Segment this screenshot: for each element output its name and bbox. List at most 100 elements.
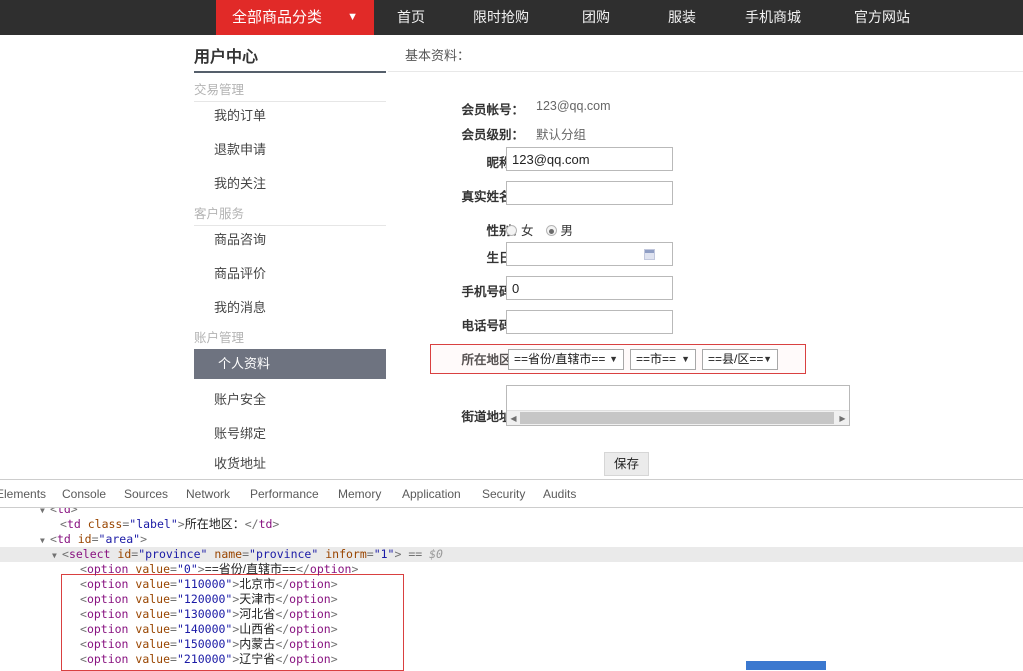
form-section-title: 基本资料： (405, 48, 471, 63)
code-token-val: "province" (138, 547, 208, 561)
code-token-punc: = (242, 547, 250, 561)
nav-link-1[interactable]: 限时抢购 (473, 0, 529, 35)
sidebar-item-我的订单[interactable]: 我的订单 (194, 101, 386, 131)
code-token-tag: select (68, 547, 118, 561)
all-categories-button[interactable]: 全部商品分类 ▼ (216, 0, 374, 35)
devtools-elements-tree[interactable]: ▼ <td> <td class="label">所在地区：</td> ▼ <td id… (0, 508, 1023, 671)
devtools-tab-elements[interactable]: Elements (0, 480, 46, 508)
sidebar-item-商品咨询[interactable]: 商品咨询 (194, 225, 386, 255)
devtools-panel: Elements Console Sources Network Performance… (0, 479, 1023, 671)
phone-input[interactable] (506, 310, 673, 334)
code-line-5[interactable]: <option value="110000">北京市</option> (0, 577, 1023, 592)
code-token-punc: </ (275, 577, 290, 591)
code-token-punc: < (80, 607, 87, 621)
code-line-1[interactable]: <td class="label">所在地区：</td> (0, 517, 1023, 532)
title-divider (194, 71, 386, 73)
devtools-tab-application[interactable]: Application (402, 480, 461, 508)
nav-link-2[interactable]: 团购 (582, 0, 610, 35)
code-token-tag: option (309, 562, 352, 576)
code-token-attr: value (135, 577, 171, 591)
scrollbar-thumb[interactable] (520, 412, 834, 424)
region-select-city[interactable]: ==市== ▼ (630, 349, 696, 370)
code-token-attr: value (135, 652, 171, 666)
gender-radio-female[interactable] (506, 225, 517, 236)
code-token-punc: < (80, 562, 87, 576)
scroll-left-arrow-icon[interactable]: ◀ (507, 411, 520, 426)
code-line-7[interactable]: <option value="130000">河北省</option> (0, 607, 1023, 622)
code-token-punc: = (170, 577, 177, 591)
region-select-province[interactable]: ==省份/直辖市== ▼ (508, 349, 624, 370)
code-line-0[interactable]: ▼ <td> (0, 508, 1023, 517)
page-title: 用户中心 (194, 49, 259, 66)
expand-triangle-icon[interactable]: ▼ (52, 548, 62, 563)
code-line-8[interactable]: <option value="140000">山西省</option> (0, 622, 1023, 637)
account-value: 123@qq.com (536, 99, 611, 113)
region-select-district[interactable]: ==县/区== ▼ (702, 349, 778, 370)
code-token-val: "140000" (176, 622, 233, 636)
code-token-punc: > == (394, 547, 430, 561)
calendar-icon[interactable] (644, 249, 655, 260)
account-label: 会员帐号： (461, 103, 524, 117)
gender-radio-male[interactable] (545, 225, 557, 236)
code-token-tag: td (56, 532, 78, 546)
devtools-tab-network[interactable]: Network (186, 480, 230, 508)
nav-link-5[interactable]: 官方网站 (854, 0, 910, 35)
scroll-right-arrow-icon[interactable]: ▶ (836, 411, 849, 426)
save-button[interactable]: 保存 (604, 452, 649, 476)
sidebar-item-我的消息[interactable]: 我的消息 (194, 293, 386, 323)
chevron-down-icon: ▼ (681, 354, 690, 364)
sidebar-item-账号绑定[interactable]: 账号绑定 (194, 419, 386, 449)
code-token-punc: > (330, 577, 338, 591)
code-token-txtn: 内蒙古 (239, 637, 276, 651)
code-token-attr: class (87, 517, 123, 531)
code-token-tag: option (86, 652, 136, 666)
nav-link-4[interactable]: 手机商城 (745, 0, 801, 35)
code-token-txtn: 天津市 (239, 592, 276, 606)
sidebar-item-账户安全[interactable]: 账户安全 (194, 385, 386, 415)
sidebar-item-个人资料[interactable]: 个人资料 (194, 349, 386, 379)
expand-triangle-icon[interactable]: ▼ (40, 533, 50, 548)
code-token-val: "0" (176, 562, 198, 576)
code-token-val: "province" (249, 547, 319, 561)
street-address-scrollbar[interactable]: ◀ ▶ (507, 410, 849, 425)
code-token-punc: < (60, 517, 67, 531)
code-token-punc: = (170, 562, 177, 576)
nickname-input[interactable] (506, 147, 673, 171)
code-token-tag: td (258, 517, 273, 531)
devtools-tab-memory[interactable]: Memory (338, 480, 381, 508)
nav-link-0[interactable]: 首页 (397, 0, 425, 35)
realname-input[interactable] (506, 181, 673, 205)
devtools-tab-security[interactable]: Security (482, 480, 525, 508)
devtools-tab-console[interactable]: Console (62, 480, 106, 508)
nav-link-3[interactable]: 服装 (668, 0, 696, 35)
devtools-tab-performance[interactable]: Performance (250, 480, 319, 508)
code-line-3[interactable]: ▼ <select id="province" name="province" i… (0, 547, 1023, 562)
code-token-punc: > (330, 607, 338, 621)
code-token-punc: > (330, 637, 338, 651)
code-token-attr: value (135, 637, 171, 651)
code-line-9[interactable]: <option value="150000">内蒙古</option> (0, 637, 1023, 652)
region-select-city-value: ==市== (636, 352, 677, 366)
sidebar-item-我的关注[interactable]: 我的关注 (194, 169, 386, 199)
gender-radio-male-label: 男 (560, 224, 574, 238)
code-token-val: "area" (98, 532, 141, 546)
chevron-down-icon: ▼ (609, 354, 618, 364)
code-token-punc: = (170, 637, 177, 651)
code-line-4[interactable]: <option value="0">==省份/直辖市==</option> (0, 562, 1023, 577)
sidebar-item-收货地址[interactable]: 收货地址 (194, 449, 386, 479)
code-line-10[interactable]: <option value="210000">辽宁省</option> (0, 652, 1023, 667)
sidebar-item-退款申请[interactable]: 退款申请 (194, 135, 386, 165)
code-token-punc: > (330, 652, 338, 666)
code-token-punc: < (62, 547, 69, 561)
devtools-tab-audits[interactable]: Audits (543, 480, 576, 508)
level-value: 默认分组 (536, 128, 587, 142)
mobile-input[interactable] (506, 276, 673, 300)
code-token-punc: < (50, 508, 57, 516)
code-line-6[interactable]: <option value="120000">天津市</option> (0, 592, 1023, 607)
street-label: 街道地址： (461, 410, 524, 424)
code-line-2[interactable]: ▼ <td id="area"> (0, 532, 1023, 547)
code-token-punc: > (140, 532, 147, 546)
street-address-textarea[interactable]: ◀ ▶ (506, 385, 850, 426)
devtools-tab-sources[interactable]: Sources (124, 480, 168, 508)
sidebar-item-商品评价[interactable]: 商品评价 (194, 259, 386, 289)
